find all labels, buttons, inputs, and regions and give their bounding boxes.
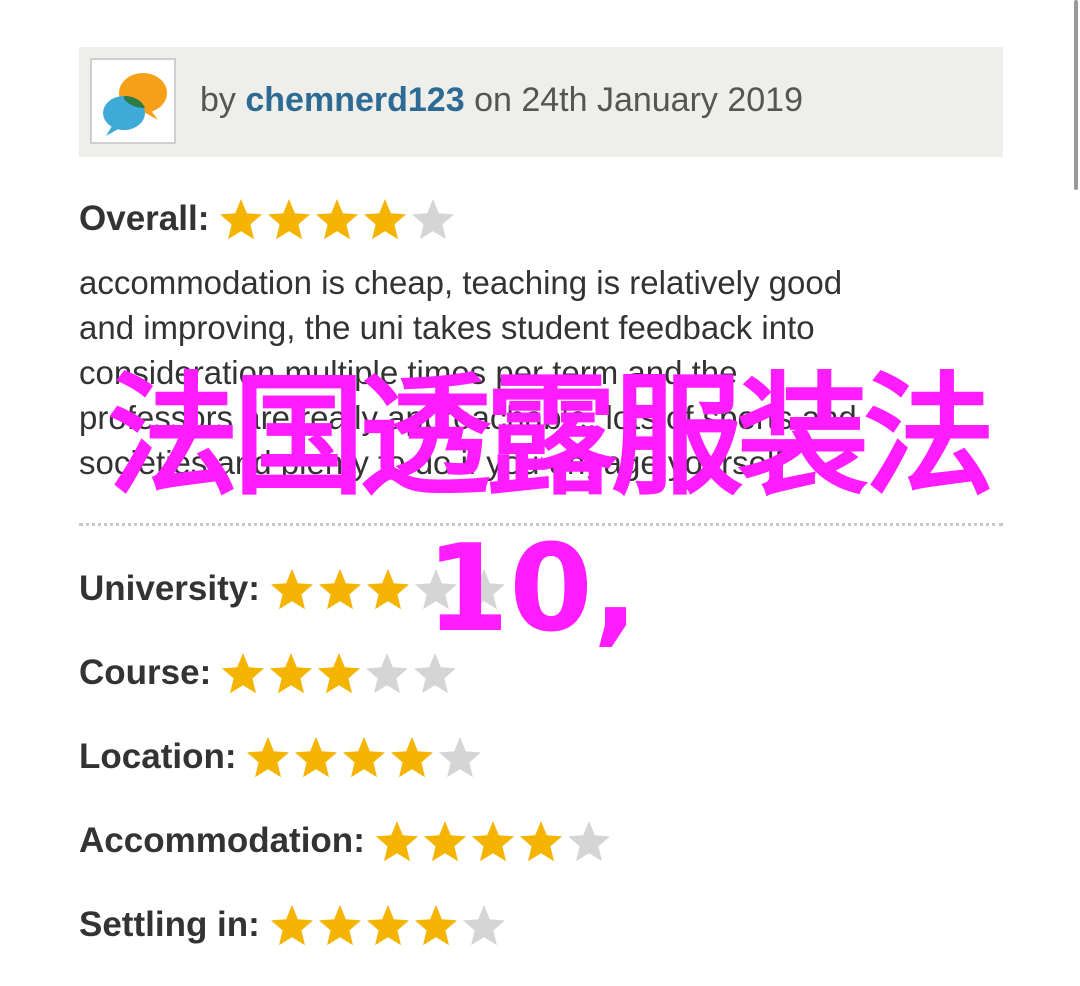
star-filled-icon (471, 821, 514, 862)
star-empty-icon (462, 905, 505, 946)
rating-stars (268, 902, 508, 948)
star-filled-icon (364, 199, 407, 240)
scrollbar[interactable] (1074, 0, 1078, 190)
rating-label: Accommodation: (79, 821, 365, 860)
by-label: by (200, 81, 236, 119)
star-filled-icon (423, 821, 466, 862)
star-filled-icon (391, 737, 434, 778)
chat-bubbles-icon (103, 73, 167, 136)
star-filled-icon (295, 737, 338, 778)
star-filled-icon (343, 737, 386, 778)
overall-stars (217, 196, 457, 242)
rating-label: Settling in: (79, 905, 260, 944)
overall-rating: Overall: (79, 196, 457, 242)
rating-settling-in: Settling in: (79, 902, 508, 948)
star-filled-icon (414, 905, 457, 946)
star-filled-icon (375, 821, 418, 862)
star-empty-icon (439, 737, 482, 778)
review-date: on 24th January 2019 (474, 81, 803, 119)
rating-stars (373, 818, 613, 864)
overall-label: Overall: (79, 199, 210, 238)
rating-accommodation: Accommodation: (79, 818, 613, 864)
review-header: by chemnerd123 on 24th January 2019 (79, 47, 1003, 157)
star-filled-icon (220, 199, 263, 240)
star-filled-icon (247, 737, 290, 778)
overlay-subline: 10, (425, 520, 639, 659)
rating-location: Location: (79, 734, 484, 780)
star-empty-icon (567, 821, 610, 862)
comment-line: accommodation is cheap, teaching is rela… (79, 264, 843, 301)
review-byline: by chemnerd123 on 24th January 2019 (200, 80, 803, 120)
star-empty-icon (412, 199, 455, 240)
avatar[interactable] (90, 58, 176, 144)
rating-label: Location: (79, 737, 237, 776)
comment-line: and improving, the uni takes student fee… (79, 309, 815, 346)
overlay-headline: 法国透露服装法 (107, 360, 995, 514)
star-filled-icon (270, 905, 313, 946)
star-filled-icon (318, 905, 361, 946)
star-filled-icon (366, 905, 409, 946)
author-link[interactable]: chemnerd123 (245, 81, 464, 119)
rating-stars (244, 734, 484, 780)
star-filled-icon (268, 199, 311, 240)
star-filled-icon (316, 199, 359, 240)
star-filled-icon (519, 821, 562, 862)
